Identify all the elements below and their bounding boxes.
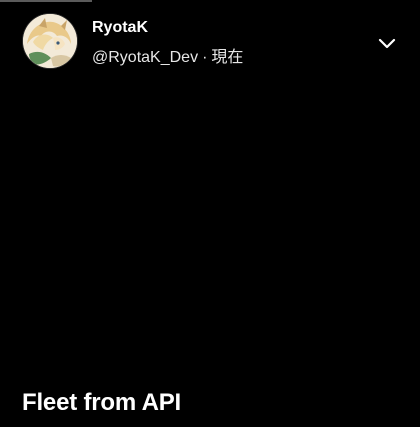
user-meta: @RyotaK_Dev · 現在 [92, 43, 243, 67]
fleet-progress-track [0, 0, 420, 3]
fleet-progress-fill [0, 0, 93, 2]
user-name[interactable]: RyotaK [92, 19, 148, 37]
avatar[interactable] [23, 14, 77, 68]
fleet-text: Fleet from API [22, 389, 182, 416]
timestamp: 現在 [211, 49, 244, 66]
fleet-header: RyotaK @RyotaK_Dev · 現在 [23, 14, 403, 68]
chevron-down-icon [378, 38, 396, 48]
user-handle[interactable]: @RyotaK_Dev [92, 49, 198, 66]
meta-separator: · [202, 49, 208, 66]
avatar-illustration-icon [23, 14, 77, 68]
menu-button[interactable] [372, 31, 402, 55]
